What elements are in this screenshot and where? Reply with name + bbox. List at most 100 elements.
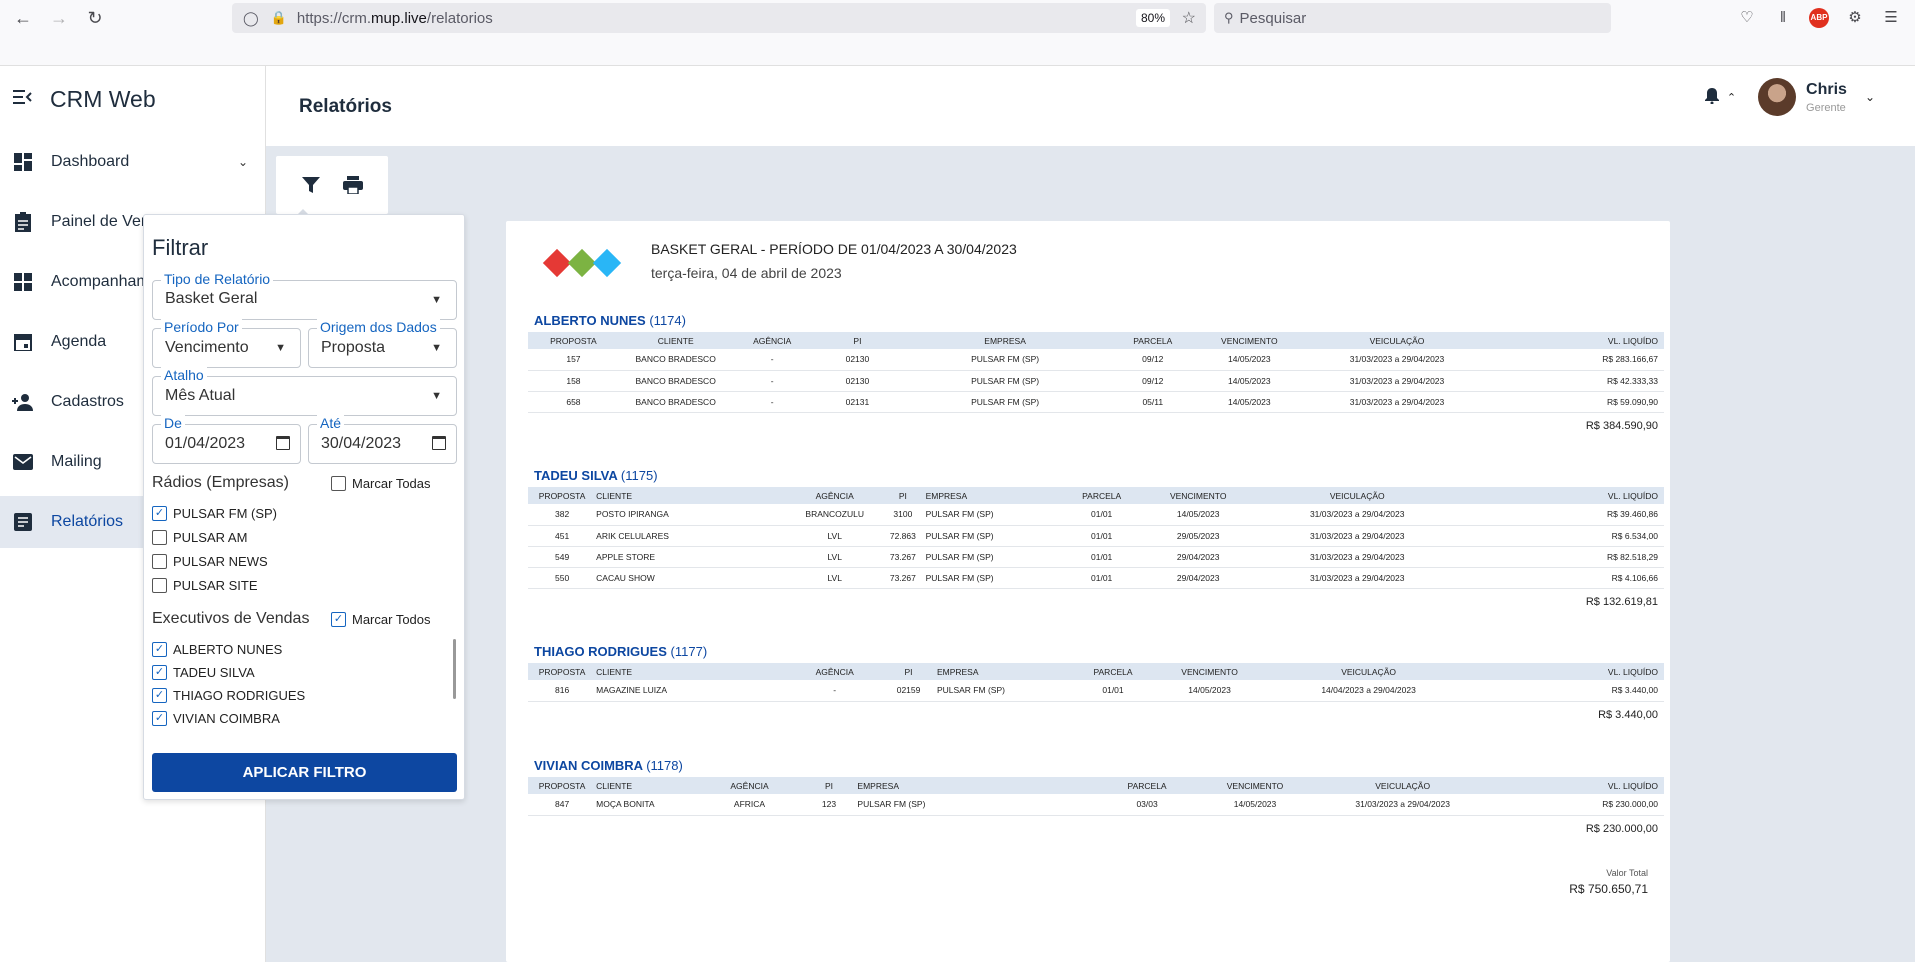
chevron-up-icon[interactable]: ⌃ [1727,91,1736,104]
back-arrow-icon[interactable]: ← [11,6,35,30]
url-text[interactable]: https://crm.mup.live/relatorios [297,10,493,27]
executive-checkbox[interactable]: ✓ VIVIAN COIMBRA [152,711,280,726]
table-cell: 01/01 [1061,525,1142,547]
scrollbar[interactable] [453,639,456,699]
atalho-select[interactable]: Atalho Mês Atual ▼ [152,367,457,416]
bookmark-star-icon[interactable]: ☆ [1182,8,1196,28]
report-icon [12,511,34,533]
bell-icon[interactable] [1704,87,1719,107]
table-cell: 123 [800,794,858,816]
adblock-icon[interactable]: ABP [1809,8,1829,28]
executive-checkbox[interactable]: ✓ THIAGO RODRIGUES [152,688,305,703]
menu-hamburger-icon[interactable]: ☰ [1881,8,1901,28]
executive-section: ALBERTO NUNES (1174) PROPOSTA CLIENTE AGÊNC… [528,310,1664,432]
table-cell: 09/12 [1107,349,1199,371]
marcar-todas-checkbox[interactable]: Marcar Todas [331,476,431,491]
checkbox-label: Marcar Todas [352,476,431,491]
table-cell: 14/05/2023 [1152,680,1267,702]
table-row: 816 MAGAZINE LUIZA -02159 PULSAR FM (SP) 01/… [528,680,1664,702]
table-cell: 01/01 [1061,504,1142,526]
search-icon: ⚲ [1224,10,1234,25]
table-cell: 31/03/2023 a 29/04/2023 [1311,794,1494,816]
checkbox-label: VIVIAN COIMBRA [173,711,280,726]
marcar-todos-checkbox[interactable]: ✓ Marcar Todos [331,612,431,627]
table-cell: R$ 42.333,33 [1493,370,1664,392]
apply-filter-button[interactable]: APLICAR FILTRO [152,753,457,792]
user-menu[interactable]: ⌃ Chris Gerente ⌄ [1704,78,1875,116]
menu-collapse-icon[interactable] [12,89,32,110]
date-from-input[interactable]: De 01/04/2023 [152,415,301,464]
checkbox-label: PULSAR AM [173,530,248,545]
executive-section: THIAGO RODRIGUES (1177) PROPOSTA CLIENTE AG… [528,641,1664,721]
radio-company-checkbox[interactable]: PULSAR NEWS [152,554,268,569]
sidebar-item-dashboard[interactable]: Dashboard ⌄ [0,136,266,188]
table-cell: 658 [528,391,619,413]
date-to-input[interactable]: Até 30/04/2023 [308,415,457,464]
table-header-row: PROPOSTA CLIENTE AGÊNCIA PI EMPRESA PARCELA VE… [528,487,1664,504]
checkbox-box: ✓ [152,506,167,521]
column-header: VEICULAÇÃO [1255,487,1460,504]
calendar-icon[interactable] [432,436,446,450]
radio-company-checkbox[interactable]: PULSAR AM [152,530,247,545]
search-bar[interactable]: ⚲ Pesquisar [1214,3,1611,33]
table-header-row: PROPOSTA CLIENTE AGÊNCIA PI EMPRESA PARCELA VE… [528,777,1664,794]
executive-name-text: TADEU SILVA [534,468,618,483]
column-header: AGÊNCIA [732,332,812,349]
zoom-indicator[interactable]: 80% [1135,9,1170,27]
table-cell: PULSAR FM (SP) [902,349,1108,371]
column-header: PARCELA [1073,663,1153,680]
field-value: Basket Geral [165,290,258,307]
shield-icon[interactable]: ◯ [243,10,259,27]
origem-select[interactable]: Origem dos Dados Proposta ▼ [308,319,457,368]
sidebar-item-label: Agenda [51,333,107,350]
column-header: PROPOSTA [528,663,597,680]
column-header: PROPOSTA [528,777,597,794]
library-icon[interactable]: ‖ [1773,8,1793,28]
field-value: Proposta [321,339,386,356]
lock-icon[interactable]: 🔒 [271,10,287,26]
column-header: EMPRESA [902,332,1108,349]
table-cell: 157 [528,349,619,371]
avatar[interactable] [1758,78,1797,116]
checkbox-label: PULSAR SITE [173,578,258,593]
table-row: 658 BANCO BRADESCO -02131 PULSAR FM (SP) 05/… [528,391,1664,413]
print-icon[interactable] [339,171,367,199]
radio-company-checkbox[interactable]: PULSAR SITE [152,578,258,593]
column-header: CLIENTE [596,777,699,794]
mail-icon [12,451,34,473]
radio-company-checkbox[interactable]: ✓ PULSAR FM (SP) [152,506,277,521]
reload-icon[interactable]: ↻ [83,6,107,30]
checkbox-box: ✓ [152,665,167,680]
table-cell: AFRICA [698,794,801,816]
sidebar-item-label: Mailing [51,453,102,470]
table-cell: PULSAR FM (SP) [925,525,1062,547]
column-header: VENCIMENTO [1198,777,1312,794]
grid-icon [12,271,34,293]
calendar-icon[interactable] [276,436,290,450]
executive-checkbox[interactable]: ✓ ALBERTO NUNES [152,642,282,657]
table-cell: LVL [789,567,881,589]
periodo-select[interactable]: Período Por Vencimento ▼ [152,319,301,368]
column-header: VENCIMENTO [1141,487,1255,504]
table-cell: R$ 4.106,66 [1459,567,1664,589]
extensions-icon[interactable]: ⚙ [1845,8,1865,28]
browser-spacer [0,36,1915,66]
executive-name: TADEU SILVA (1175) [534,465,1664,487]
filter-icon[interactable] [297,171,325,199]
url-bar[interactable]: ◯ 🔒 https://crm.mup.live/relatorios 80% … [232,3,1206,33]
table-cell: BANCO BRADESCO [618,391,733,413]
filter-panel: Filtrar Tipo de Relatório Basket Geral ▼… [143,214,465,800]
forward-arrow-icon[interactable]: → [47,6,71,30]
chevron-down-icon: ⌄ [237,155,248,169]
chevron-down-icon[interactable]: ⌄ [1865,90,1875,104]
table-cell: LVL [789,525,881,547]
pocket-icon[interactable]: ♡ [1737,8,1757,28]
field-label: De [161,415,185,431]
page-title: Relatórios [299,96,392,117]
table-cell: 29/04/2023 [1141,567,1255,589]
executive-subtotal: R$ 230.000,00 [1585,822,1658,835]
executive-checkbox[interactable]: ✓ TADEU SILVA [152,665,255,680]
table-row: 451 ARIK CELULARES LVL 72.863 PULSAR FM (SP)… [528,525,1664,547]
tipo-relatorio-select[interactable]: Tipo de Relatório Basket Geral ▼ [152,271,457,320]
table-row: 847 MOÇA BONITA AFRICA 123 PULSAR FM (SP) 03/… [528,794,1664,816]
